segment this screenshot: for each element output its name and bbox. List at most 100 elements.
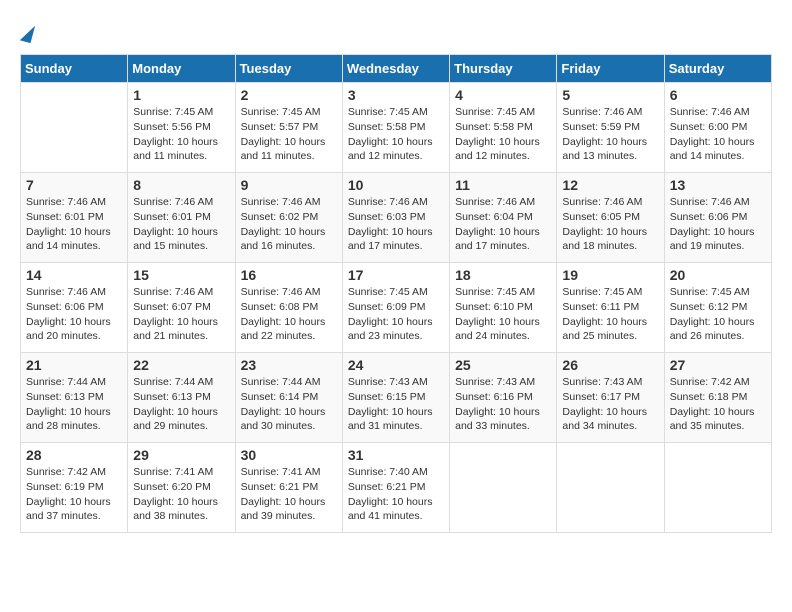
table-row: 21Sunrise: 7:44 AM Sunset: 6:13 PM Dayli… [21, 353, 128, 443]
table-row: 2 Sunrise: 7:45 AM Sunset: 5:57 PM Daylig… [235, 83, 342, 173]
page-header [20, 20, 772, 44]
day-info: Sunrise: 7:46 AM Sunset: 6:06 PM Dayligh… [670, 195, 766, 254]
day-number: 8 [133, 177, 229, 193]
table-row: 13 Sunrise: 7:46 AM Sunset: 6:06 PM Dayli… [664, 173, 771, 263]
day-info: Sunrise: 7:45 AM Sunset: 6:12 PM Dayligh… [670, 285, 766, 344]
day-info: Sunrise: 7:44 AM Sunset: 6:13 PM Dayligh… [133, 375, 229, 434]
day-info: Sunrise: 7:42 AM Sunset: 6:18 PM Dayligh… [670, 375, 766, 434]
table-row: 18 Sunrise: 7:45 AM Sunset: 6:10 PM Dayli… [450, 263, 557, 353]
table-row: 27 Sunrise: 7:42 AM Sunset: 6:18 PM Dayli… [664, 353, 771, 443]
day-number: 2 [241, 87, 337, 103]
day-info: Sunrise: 7:41 AM Sunset: 6:20 PM Dayligh… [133, 465, 229, 524]
calendar-header-row: Sunday Monday Tuesday Wednesday Thursday… [21, 55, 772, 83]
day-info: Sunrise: 7:43 AM Sunset: 6:15 PM Dayligh… [348, 375, 444, 434]
day-number: 21 [26, 357, 122, 373]
table-row: 10Sunrise: 7:46 AM Sunset: 6:03 PM Dayli… [342, 173, 449, 263]
table-row: 16 Sunrise: 7:46 AM Sunset: 6:08 PM Dayli… [235, 263, 342, 353]
table-row: 26 Sunrise: 7:43 AM Sunset: 6:17 PM Dayli… [557, 353, 664, 443]
day-number: 24 [348, 357, 444, 373]
day-info: Sunrise: 7:45 AM Sunset: 5:58 PM Dayligh… [348, 105, 444, 164]
day-info: Sunrise: 7:46 AM Sunset: 6:01 PM Dayligh… [133, 195, 229, 254]
day-number: 18 [455, 267, 551, 283]
day-number: 9 [241, 177, 337, 193]
day-number: 28 [26, 447, 122, 463]
day-number: 27 [670, 357, 766, 373]
table-row: 15Sunrise: 7:46 AM Sunset: 6:07 PM Dayli… [128, 263, 235, 353]
day-number: 29 [133, 447, 229, 463]
day-info: Sunrise: 7:45 AM Sunset: 6:11 PM Dayligh… [562, 285, 658, 344]
day-info: Sunrise: 7:46 AM Sunset: 6:04 PM Dayligh… [455, 195, 551, 254]
day-number: 22 [133, 357, 229, 373]
day-info: Sunrise: 7:46 AM Sunset: 6:08 PM Dayligh… [241, 285, 337, 344]
day-info: Sunrise: 7:45 AM Sunset: 5:56 PM Dayligh… [133, 105, 229, 164]
day-number: 25 [455, 357, 551, 373]
logo [20, 20, 33, 44]
table-row [21, 83, 128, 173]
col-wednesday: Wednesday [342, 55, 449, 83]
table-row: 23 Sunrise: 7:44 AM Sunset: 6:14 PM Dayli… [235, 353, 342, 443]
day-info: Sunrise: 7:42 AM Sunset: 6:19 PM Dayligh… [26, 465, 122, 524]
table-row: 3 Sunrise: 7:45 AM Sunset: 5:58 PM Daylig… [342, 83, 449, 173]
day-info: Sunrise: 7:43 AM Sunset: 6:16 PM Dayligh… [455, 375, 551, 434]
day-number: 15 [133, 267, 229, 283]
table-row: 9 Sunrise: 7:46 AM Sunset: 6:02 PM Daylig… [235, 173, 342, 263]
calendar-week-row: 14 Sunrise: 7:46 AM Sunset: 6:06 PM Dayli… [21, 263, 772, 353]
day-info: Sunrise: 7:46 AM Sunset: 6:03 PM Dayligh… [348, 195, 444, 254]
table-row: 8 Sunrise: 7:46 AM Sunset: 6:01 PM Daylig… [128, 173, 235, 263]
day-number: 6 [670, 87, 766, 103]
day-number: 17 [348, 267, 444, 283]
col-sunday: Sunday [21, 55, 128, 83]
table-row [664, 443, 771, 533]
table-row [557, 443, 664, 533]
table-row: 5 Sunrise: 7:46 AM Sunset: 5:59 PM Daylig… [557, 83, 664, 173]
calendar-week-row: 7 Sunrise: 7:46 AM Sunset: 6:01 PM Daylig… [21, 173, 772, 263]
calendar-week-row: 28 Sunrise: 7:42 AM Sunset: 6:19 PM Dayli… [21, 443, 772, 533]
col-saturday: Saturday [664, 55, 771, 83]
day-info: Sunrise: 7:46 AM Sunset: 6:01 PM Dayligh… [26, 195, 122, 254]
day-info: Sunrise: 7:46 AM Sunset: 6:00 PM Dayligh… [670, 105, 766, 164]
day-info: Sunrise: 7:46 AM Sunset: 5:59 PM Dayligh… [562, 105, 658, 164]
table-row: 14 Sunrise: 7:46 AM Sunset: 6:06 PM Dayli… [21, 263, 128, 353]
day-number: 23 [241, 357, 337, 373]
day-info: Sunrise: 7:43 AM Sunset: 6:17 PM Dayligh… [562, 375, 658, 434]
day-info: Sunrise: 7:46 AM Sunset: 6:02 PM Dayligh… [241, 195, 337, 254]
day-info: Sunrise: 7:46 AM Sunset: 6:06 PM Dayligh… [26, 285, 122, 344]
day-number: 19 [562, 267, 658, 283]
day-info: Sunrise: 7:44 AM Sunset: 6:14 PM Dayligh… [241, 375, 337, 434]
day-info: Sunrise: 7:45 AM Sunset: 5:58 PM Dayligh… [455, 105, 551, 164]
day-info: Sunrise: 7:45 AM Sunset: 5:57 PM Dayligh… [241, 105, 337, 164]
day-number: 26 [562, 357, 658, 373]
calendar-table: Sunday Monday Tuesday Wednesday Thursday… [20, 54, 772, 533]
day-number: 14 [26, 267, 122, 283]
table-row: 7 Sunrise: 7:46 AM Sunset: 6:01 PM Daylig… [21, 173, 128, 263]
col-monday: Monday [128, 55, 235, 83]
day-number: 4 [455, 87, 551, 103]
table-row: 6 Sunrise: 7:46 AM Sunset: 6:00 PM Daylig… [664, 83, 771, 173]
day-number: 1 [133, 87, 229, 103]
calendar-week-row: 21 Sunrise: 7:44 AM Sunset: 6:13 PM Dayli… [21, 353, 772, 443]
day-number: 30 [241, 447, 337, 463]
table-row: 17 Sunrise: 7:45 AM Sunset: 6:09 PM Dayli… [342, 263, 449, 353]
day-info: Sunrise: 7:45 AM Sunset: 6:09 PM Dayligh… [348, 285, 444, 344]
day-info: Sunrise: 7:46 AM Sunset: 6:05 PM Dayligh… [562, 195, 658, 254]
col-friday: Friday [557, 55, 664, 83]
day-number: 13 [670, 177, 766, 193]
table-row: 22 Sunrise: 7:44 AM Sunset: 6:13 PM Dayli… [128, 353, 235, 443]
day-number: 7 [26, 177, 122, 193]
table-row: 20Sunrise: 7:45 AM Sunset: 6:12 PM Dayli… [664, 263, 771, 353]
table-row: 25 Sunrise: 7:43 AM Sunset: 6:16 PM Dayli… [450, 353, 557, 443]
table-row: 12 Sunrise: 7:46 AM Sunset: 6:05 PM Dayli… [557, 173, 664, 263]
day-number: 12 [562, 177, 658, 193]
day-number: 16 [241, 267, 337, 283]
table-row: 1 Sunrise: 7:45 AM Sunset: 5:56 PM Daylig… [128, 83, 235, 173]
day-info: Sunrise: 7:45 AM Sunset: 6:10 PM Dayligh… [455, 285, 551, 344]
calendar-week-row: 1 Sunrise: 7:45 AM Sunset: 5:56 PM Daylig… [21, 83, 772, 173]
day-info: Sunrise: 7:41 AM Sunset: 6:21 PM Dayligh… [241, 465, 337, 524]
table-row: 29 Sunrise: 7:41 AM Sunset: 6:20 PM Dayli… [128, 443, 235, 533]
day-number: 3 [348, 87, 444, 103]
table-row: 11Sunrise: 7:46 AM Sunset: 6:04 PM Dayli… [450, 173, 557, 263]
col-thursday: Thursday [450, 55, 557, 83]
day-number: 31 [348, 447, 444, 463]
table-row: 24 Sunrise: 7:43 AM Sunset: 6:15 PM Dayli… [342, 353, 449, 443]
day-number: 5 [562, 87, 658, 103]
